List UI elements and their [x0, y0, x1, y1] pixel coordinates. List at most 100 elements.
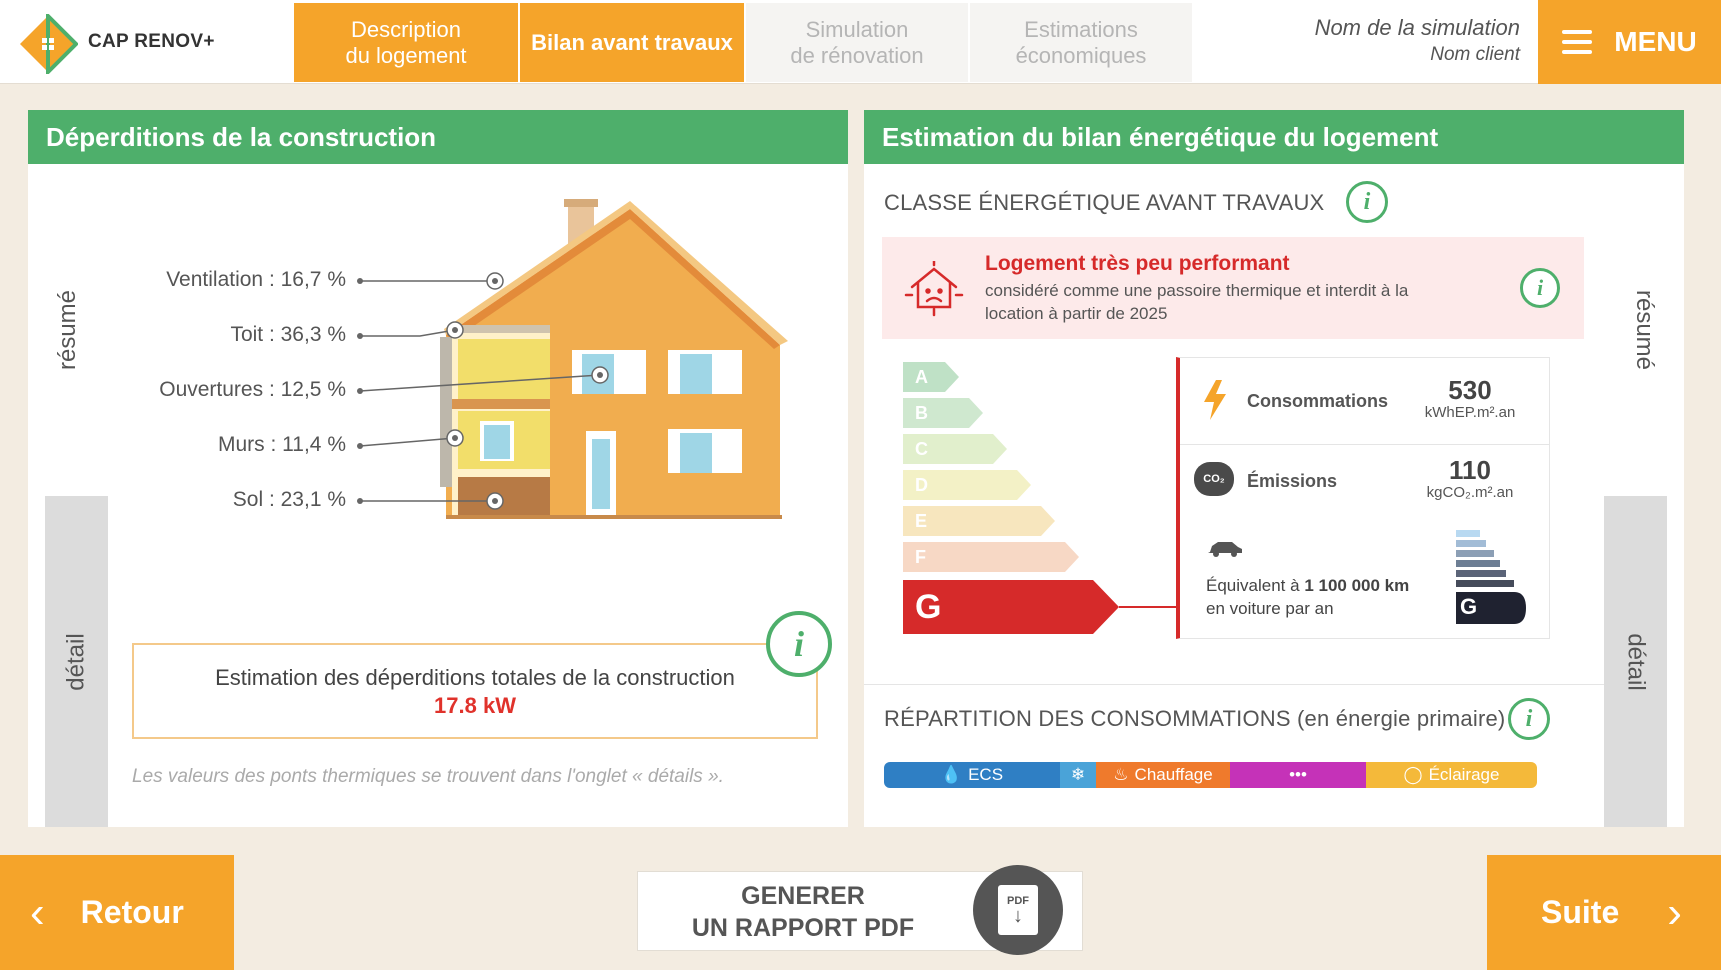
loss-labels: Ventilation : 16,7 % Toit : 36,3 % Ouver… — [110, 258, 346, 518]
classe-energetique-title: CLASSE ÉNERGÉTIQUE AVANT TRAVAUX — [884, 190, 1325, 215]
next-button[interactable]: Suite › — [1487, 855, 1721, 970]
tab-simulation-renovation[interactable]: Simulation de rénovation — [746, 3, 968, 82]
consumption-value-block: 530 kWhEP.m².an — [1415, 376, 1525, 421]
repartition-label: ECS — [968, 765, 1004, 784]
tab-resume-label: résumé — [54, 289, 81, 371]
tab-resume-right[interactable]: résumé — [1604, 164, 1684, 496]
panel-title: Estimation du bilan énergétique du logem… — [864, 110, 1684, 164]
class-e-label: E — [915, 510, 928, 531]
emissions-value-block: 110 kgCO₂.m².an — [1415, 456, 1525, 501]
car-equivalent-prefix: Équivalent à — [1206, 576, 1300, 595]
panel-title: Déperditions de la construction — [28, 110, 848, 164]
info-icon-classe[interactable]: i — [1346, 181, 1388, 223]
repartition-bar: 💧 ECS ❄ ♨ Chauffage ••• ◯ Éclairage — [884, 762, 1537, 788]
tab-estimations-economiques[interactable]: Estimations économiques — [970, 3, 1192, 82]
emissions-value: 110 — [1449, 455, 1491, 485]
repartition-autres[interactable]: ••• — [1230, 762, 1366, 788]
ges-class-label: G — [1460, 594, 1478, 619]
tab-resume-left[interactable]: résumé — [28, 164, 108, 496]
car-equivalent-suffix: en voiture par an — [1206, 599, 1334, 618]
section-divider — [864, 684, 1604, 685]
loss-murs: Murs : 11,4 % — [218, 433, 346, 456]
loss-ventilation: Ventilation : 16,7 % — [166, 268, 346, 291]
logo-mark-icon — [18, 11, 79, 77]
loss-toit: Toit : 36,3 % — [230, 323, 346, 346]
tab-detail-left[interactable]: détail — [45, 496, 108, 827]
car-icon — [1208, 542, 1242, 557]
simulation-name: Nom de la simulation — [1314, 15, 1520, 40]
sad-house-icon — [904, 261, 964, 317]
app-name: CAP RENOV+ — [88, 31, 215, 52]
info-icon-deperditions[interactable]: i — [766, 611, 832, 677]
back-button[interactable]: ‹ Retour — [0, 855, 234, 970]
repartition-refroidissement[interactable]: ❄ — [1060, 762, 1096, 788]
client-name: Nom client — [1430, 44, 1520, 65]
emissions-unit: kgCO₂.m².an — [1426, 484, 1514, 501]
drop-icon: 💧 — [940, 765, 963, 784]
hamburger-icon — [1562, 30, 1593, 54]
app-logo[interactable]: CAP RENOV+ — [0, 0, 292, 84]
bulb-icon: ◯ — [1403, 765, 1423, 784]
tab-label: Simulation — [805, 16, 909, 42]
loss-sol: Sol : 23,1 % — [232, 488, 346, 511]
repartition-ecs[interactable]: 💧 ECS — [884, 762, 1060, 788]
chevron-left-icon: ‹ — [30, 887, 45, 937]
repartition-label: Chauffage — [1134, 765, 1213, 784]
next-label: Suite — [1541, 894, 1620, 930]
car-equivalent: Équivalent à 1 100 000 km en voiture par… — [1206, 574, 1409, 620]
class-c-label: C — [915, 438, 928, 459]
class-d-label: D — [915, 474, 928, 495]
class-g-current-label: G — [915, 587, 942, 626]
leader-lines — [357, 272, 609, 510]
info-icon-repartition[interactable]: i — [1508, 698, 1550, 740]
divider — [1180, 444, 1550, 445]
repartition-chauffage[interactable]: ♨ Chauffage — [1096, 762, 1230, 788]
performance-alert: Logement très peu performant considéré c… — [882, 237, 1584, 339]
generate-pdf-button[interactable]: GENERER UN RAPPORT PDF PDF ↓ — [637, 865, 1083, 955]
pdf-download-icon: PDF ↓ — [973, 865, 1063, 955]
simulation-name-block[interactable]: Nom de la simulation Nom client — [1195, 14, 1520, 68]
repartition-label: Éclairage — [1428, 765, 1500, 784]
loss-ouvertures: Ouvertures : 12,5 % — [159, 378, 346, 401]
lightning-icon — [1202, 380, 1228, 425]
flame-icon: ♨ — [1113, 765, 1129, 784]
more-icon: ••• — [1289, 765, 1307, 784]
tab-label: Bilan avant travaux — [531, 29, 733, 55]
info-icon-alert[interactable]: i — [1520, 268, 1560, 308]
tab-bilan-avant-travaux[interactable]: Bilan avant travaux — [520, 3, 744, 82]
chevron-right-icon: › — [1667, 887, 1682, 937]
total-deperditions-box: Estimation des déperditions totales de l… — [132, 643, 818, 739]
tab-resume-label: résumé — [1631, 289, 1658, 371]
tab-detail-right[interactable]: détail — [1604, 496, 1667, 827]
class-f-label: F — [915, 546, 926, 567]
tab-detail-label: détail — [62, 632, 90, 691]
consumption-emissions-box: Consommations 530 kWhEP.m².an CO₂ Émissi… — [1176, 357, 1550, 639]
class-b-label: B — [915, 402, 928, 423]
menu-button[interactable]: MENU — [1538, 0, 1721, 84]
co2-cloud-icon: CO₂ — [1194, 462, 1234, 496]
alert-title: Logement très peu performant — [985, 252, 1290, 275]
tab-detail-label: détail — [1622, 632, 1650, 691]
tab-sublabel: de rénovation — [790, 42, 924, 68]
tab-description-logement[interactable]: Description du logement — [294, 3, 518, 82]
consumption-unit: kWhEP.m².an — [1424, 404, 1516, 421]
emissions-label: Émissions — [1247, 471, 1338, 491]
pdf-label-line1: GENERER — [741, 882, 865, 910]
snowflake-icon: ❄ — [1070, 765, 1086, 784]
alert-text: considéré comme une passoire thermique e… — [985, 281, 1409, 323]
consumption-label: Consommations — [1247, 391, 1389, 411]
tab-sublabel: économiques — [1015, 42, 1147, 68]
class-connector-line — [1119, 606, 1177, 608]
pdf-label-line2: UN RAPPORT PDF — [691, 914, 915, 942]
consumption-value: 530 — [1448, 375, 1492, 405]
car-equivalent-value: 1 100 000 km — [1304, 576, 1410, 595]
tab-sublabel: du logement — [345, 42, 467, 68]
repartition-eclairage[interactable]: ◯ Éclairage — [1366, 762, 1537, 788]
top-header: CAP RENOV+ Description du logement Bilan … — [0, 0, 1721, 84]
ponts-thermiques-note: Les valeurs des ponts thermiques se trou… — [132, 766, 724, 787]
tab-label: Description — [350, 16, 462, 42]
total-deperditions-value: 17.8 kW — [434, 693, 516, 718]
tab-label: Estimations — [1024, 16, 1138, 42]
repartition-title: RÉPARTITION DES CONSOMMATIONS (en énergi… — [884, 706, 1506, 731]
total-deperditions-label: Estimation des déperditions totales de l… — [215, 665, 735, 690]
